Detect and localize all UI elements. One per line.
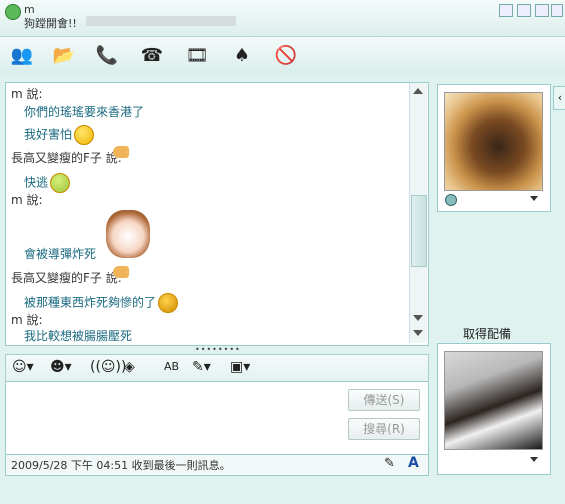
webcam-icon[interactable] <box>445 194 457 206</box>
message-text: 你們的瑤瑤要來香港了 <box>24 105 145 119</box>
games-icon[interactable]: ♠ <box>228 42 256 70</box>
nudge-icon[interactable]: ((☺)) <box>90 358 126 376</box>
minimize-button[interactable] <box>517 4 531 17</box>
scroll-down-icon[interactable] <box>413 315 423 321</box>
message-text: 我比較想被腸腸壓死 <box>24 329 133 343</box>
angry-emoticon-icon <box>158 293 179 313</box>
message-header: m 說: <box>11 313 43 327</box>
blurred-text <box>86 16 236 26</box>
handwriting-icon[interactable]: ✎ <box>384 456 395 471</box>
messenger-logo-icon <box>5 4 21 20</box>
voice-clip-icon[interactable]: ◈ <box>124 358 135 376</box>
my-picture-options-icon[interactable] <box>530 457 538 462</box>
share-files-icon[interactable]: 📂 <box>50 42 78 70</box>
invite-contact-icon[interactable]: 👥 <box>8 42 36 70</box>
close-button[interactable] <box>551 4 563 17</box>
last-message-status: 2009/5/28 下午 04:51 收到最後一則訊息。 <box>11 459 231 472</box>
block-contact-icon[interactable]: 🚫 <box>272 42 300 70</box>
background-brush-icon[interactable]: ✎▾ <box>192 358 211 376</box>
media-icon[interactable]: 🎞 <box>183 42 211 70</box>
video-call-icon[interactable]: 📞 <box>93 42 121 70</box>
font-icon[interactable]: AB <box>164 358 179 376</box>
menu-icon[interactable] <box>499 4 513 17</box>
font-style-icon[interactable]: A <box>408 455 419 471</box>
contact-personal-message: 狗蹚開會!! <box>24 17 77 30</box>
message-text: 會被導彈炸死 <box>24 247 97 261</box>
scared-cartoon-emoticon-icon <box>106 210 150 258</box>
call-icon[interactable]: ☎ <box>138 42 166 70</box>
get-accessories-label[interactable]: 取得配備 <box>463 325 511 342</box>
message-header: m 說: <box>11 193 43 207</box>
emoticon-menu-icon[interactable]: ☺▾ <box>12 358 34 376</box>
grin-emoticon-icon <box>74 125 95 145</box>
conversation-history: m 說: 你們的瑤瑤要來香港了 我好害怕 長高又變瘦的F子 說: 快逃 m 說:… <box>5 82 429 346</box>
thumbs-up-icon <box>113 266 129 278</box>
message-header: 長高又變瘦的F子 說: <box>11 271 122 285</box>
message-header: 長高又變瘦的F子 說: <box>11 151 122 165</box>
message-text: 快逃 <box>24 173 71 193</box>
title-bar <box>0 0 565 37</box>
pane-splitter[interactable]: •••••••• <box>195 345 240 354</box>
picture-options-icon[interactable] <box>530 196 538 201</box>
send-button[interactable]: 傳送(S) <box>348 389 420 411</box>
scrollbar-thumb[interactable] <box>411 195 427 267</box>
thumbs-up-icon <box>113 146 129 158</box>
search-button[interactable]: 搜尋(R) <box>348 418 420 440</box>
sick-emoticon-icon <box>50 173 71 193</box>
my-display-picture[interactable] <box>444 351 543 450</box>
send-file-menu-icon[interactable]: ▣▾ <box>230 358 250 376</box>
scroll-end-icon[interactable] <box>413 330 423 336</box>
maximize-button[interactable] <box>535 4 549 17</box>
message-text: 我好害怕 <box>24 125 95 145</box>
message-text: 被那種東西炸死夠慘的了 <box>24 293 179 313</box>
message-header: m 說: <box>11 87 43 101</box>
contact-display-picture[interactable] <box>444 92 543 191</box>
scroll-up-icon[interactable] <box>413 88 423 94</box>
collapse-panel-icon[interactable]: ‹ <box>553 86 565 110</box>
wink-menu-icon[interactable]: ☻▾ <box>50 358 72 376</box>
